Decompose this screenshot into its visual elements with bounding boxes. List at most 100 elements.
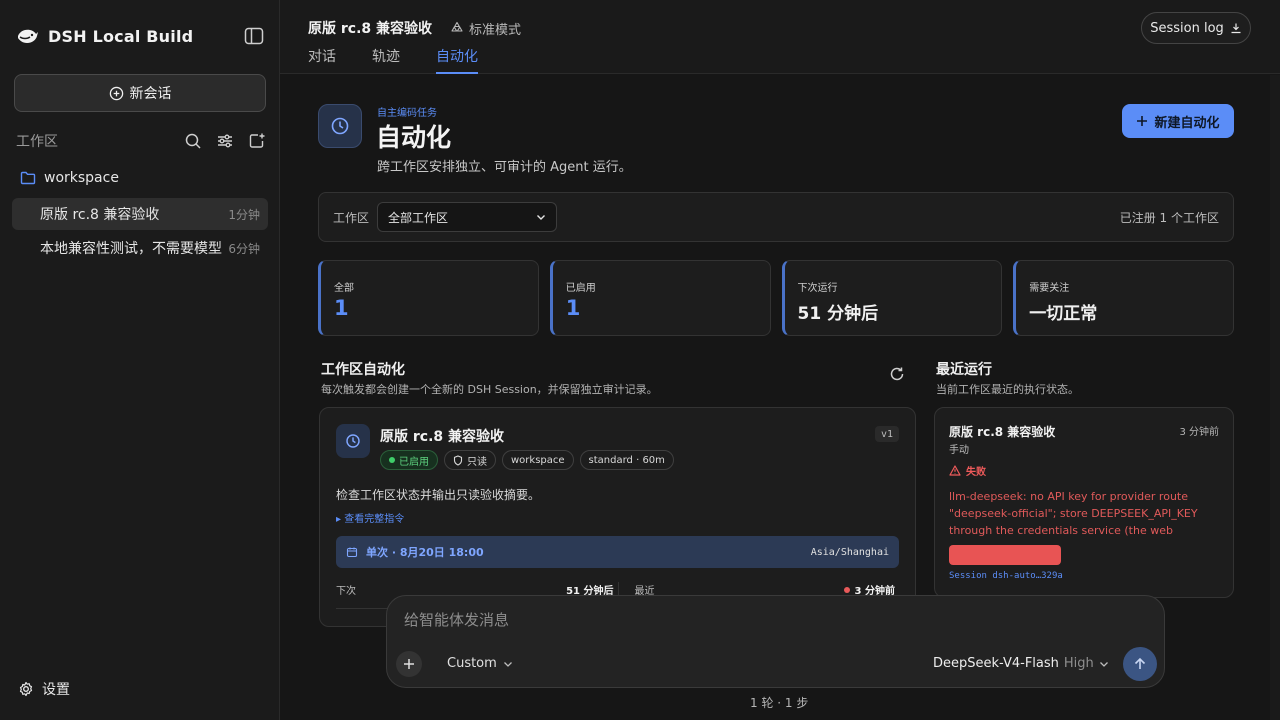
error-highlight-bar [949,545,1061,565]
run-session-link[interactable]: Session dsh-auto…329a [949,571,1063,581]
workspace-header-label: 工作区 [16,134,58,150]
schedule-text: 单次 · 8月20日 18:00 [366,546,484,559]
settings-label: 设置 [42,682,70,698]
agent-profile-value: Custom [447,656,497,671]
clock-icon [331,117,349,135]
sidebar: DSH Local Build 新会话 工作区 workspace 原版 rc.… [0,0,280,720]
plus-icon [1137,116,1148,126]
hero-kicker: 自主编码任务 [377,108,437,119]
chevron-down-icon [1099,661,1108,667]
reasoning-level: High [1063,656,1094,671]
agent-profile-select[interactable]: Custom [447,656,513,671]
message-composer: Custom DeepSeek-V4-Flash High [386,595,1165,688]
recent-runs-title: 最近运行 [936,362,992,378]
run-status-label: 失败 [966,467,986,478]
new-automation-button[interactable]: 新建自动化 [1122,104,1234,138]
conversation-age: 6分钟 [228,241,260,256]
recent-run-card[interactable]: 原版 rc.8 兼容验收 3 分钟前 手动 失败 llm-deepseek: n… [934,407,1234,598]
section-subtitle: 每次触发都会创建一个全新的 DSH Session，并保留独立审计记录。 [321,383,658,396]
automation-description: 检查工作区状态并输出只读验收摘要。 [336,488,541,502]
stat-value: 1 [334,296,349,320]
plus-icon [404,659,414,669]
chevron-down-icon [503,661,512,667]
model-select[interactable]: DeepSeek-V4-Flash High [933,656,1109,671]
hero-title: 自动化 [376,123,452,152]
automation-name: 原版 rc.8 兼容验收 [380,429,505,445]
page-title: 原版 rc.8 兼容验收 [308,21,433,37]
view-instructions-link[interactable]: ▸ 查看完整指令 [336,510,404,525]
send-button[interactable] [1123,647,1157,681]
whale-logo-icon [18,29,38,43]
turn-counter: 1 轮 · 1 步 [750,696,809,710]
stat-label: 需要关注 [1029,283,1070,294]
run-trigger-kind: 手动 [949,445,969,456]
automation-clock-badge [336,424,370,458]
session-log-label: Session log [1150,20,1224,36]
top-bar: 原版 rc.8 兼容验收 标准模式 对话 轨迹 自动化 Session log [280,0,1280,74]
arrow-up-icon [1134,657,1146,669]
schedule-bar: 单次 · 8月20日 18:00 Asia/Shanghai [336,536,899,568]
model-name: DeepSeek-V4-Flash [933,656,1059,671]
stat-card-next-run: 下次运行 51 分钟后 [781,260,1003,336]
clock-icon [346,434,360,448]
conversation-title: 本地兼容性测试，不需要模型 [40,241,222,257]
mode-label: 标准模式 [469,22,522,38]
recycle-icon [451,21,463,32]
readonly-chip: 只读 [444,450,496,470]
workspace-filter-bar: 工作区 全部工作区 已注册 1 个工作区 [318,192,1234,242]
search-icon[interactable] [184,132,202,150]
filter-label: 工作区 [333,210,370,225]
conversation-item[interactable]: 本地兼容性测试，不需要模型 6分钟 [12,232,268,264]
settings-button[interactable]: 设置 [18,679,70,699]
sidebar-toggle-icon[interactable] [244,27,264,45]
scrollbar[interactable] [1270,75,1280,720]
hero-clock-badge [318,104,362,148]
filter-sliders-icon[interactable] [216,132,234,150]
automation-card[interactable]: 原版 rc.8 兼容验收 v1 已启用 只读 workspace standar… [319,407,916,627]
chevron-down-icon [537,215,546,220]
shield-icon [453,454,463,466]
run-error-message: llm-deepseek: no API key for provider ro… [949,490,1198,537]
status-badge: 已启用 [380,450,438,470]
stat-value: 一切正常 [1029,304,1098,324]
folder-icon [20,171,36,185]
stat-value: 1 [565,296,581,320]
new-chat-label: 新会话 [129,86,172,102]
session-log-button[interactable]: Session log [1141,12,1251,44]
status-dot-icon [389,457,395,463]
workspace-folder[interactable]: workspace [20,170,119,186]
new-chat-button[interactable]: 新会话 [14,74,266,112]
workspace-select[interactable]: 全部工作区 [377,202,558,232]
tab-bar: 对话 轨迹 自动化 [308,46,478,74]
workspace-folder-label: workspace [44,170,119,186]
gear-icon [19,681,33,697]
add-workspace-icon[interactable] [248,132,266,150]
new-automation-label: 新建自动化 [1154,115,1220,131]
stats-row: 全部 1 已启用 1 下次运行 51 分钟后 需要关注 一切正常 [318,260,1234,336]
conversation-age: 1分钟 [228,207,260,222]
conversation-title: 原版 rc.8 兼容验收 [40,207,160,223]
profile-chip: standard · 60m [579,450,674,470]
add-attachment-button[interactable] [396,651,422,677]
workspace-select-value: 全部工作区 [388,210,449,225]
refresh-icon[interactable] [888,365,906,383]
stat-card-enabled: 已启用 1 [549,260,771,336]
registered-count: 已注册 1 个工作区 [1119,210,1219,225]
run-name: 原版 rc.8 兼容验收 [949,425,1056,439]
stat-card-attention: 需要关注 一切正常 [1013,260,1234,336]
tab-trace[interactable]: 轨迹 [372,46,400,74]
stat-label: 下次运行 [797,283,838,294]
workspace-header: 工作区 [16,131,266,151]
recent-runs-subtitle: 当前工作区最近的执行状态。 [936,383,1079,396]
schedule-timezone: Asia/Shanghai [810,546,889,558]
tab-automation[interactable]: 自动化 [436,46,478,74]
warning-icon [949,465,961,476]
message-input[interactable] [404,612,1144,629]
brand[interactable]: DSH Local Build [16,24,193,48]
conversation-item[interactable]: 原版 rc.8 兼容验收 1分钟 [12,198,268,230]
mode-indicator[interactable]: 标准模式 [450,19,521,38]
hero-subtitle: 跨工作区安排独立、可审计的 Agent 运行。 [377,160,632,175]
version-badge: v1 [875,426,899,442]
tab-chat[interactable]: 对话 [308,46,336,74]
status-badge-label: 已启用 [399,456,429,468]
